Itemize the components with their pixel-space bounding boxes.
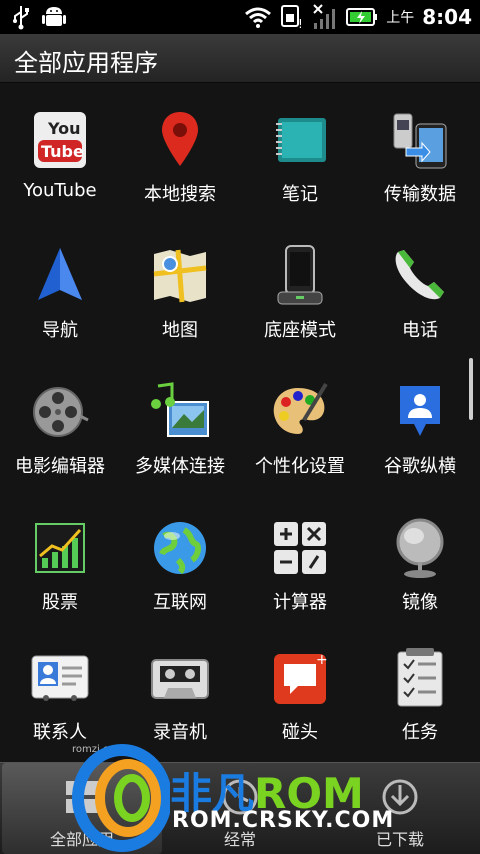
app-mirror[interactable]: 镜像 [360, 516, 480, 614]
app-contacts[interactable]: 联系人 [0, 646, 120, 744]
app-stocks[interactable]: 股票 [0, 516, 120, 614]
svg-text:!: ! [298, 17, 303, 30]
app-label: 多媒体连接 [135, 456, 225, 477]
app-bump[interactable]: + 碰头 [240, 646, 360, 744]
svg-text:+: + [316, 652, 328, 668]
app-label: 互联网 [153, 592, 207, 613]
navigation-arrow-icon [38, 248, 82, 300]
app-grid: You Tube YouTube 本地搜索 笔记 传输数据 导航 地图 底座模式 … [0, 82, 480, 762]
app-youtube[interactable]: You Tube YouTube [0, 108, 120, 201]
speech-bubble-icon: + [274, 652, 328, 704]
app-google-latitude[interactable]: 谷歌纵横 [360, 380, 480, 478]
wifi-icon [245, 7, 272, 28]
dock-phone-icon [277, 245, 323, 305]
app-movie-editor[interactable]: 电影编辑器 [0, 380, 120, 478]
watermark-logo-icon [72, 744, 170, 852]
app-label: 镜像 [402, 592, 438, 613]
battery-charging-icon [346, 8, 378, 26]
app-label: 底座模式 [264, 320, 336, 341]
usb-icon [13, 6, 29, 30]
scrollbar-thumb[interactable] [469, 358, 473, 420]
app-maps[interactable]: 地图 [120, 244, 240, 342]
app-label: 本地搜索 [144, 184, 216, 205]
app-local-search[interactable]: 本地搜索 [120, 108, 240, 206]
app-transfer-data[interactable]: 传输数据 [360, 108, 480, 206]
status-bar: ! 上午 8:04 [0, 0, 480, 34]
app-media-link[interactable]: 多媒体连接 [120, 380, 240, 478]
app-label: 传输数据 [384, 184, 456, 205]
app-label: 地图 [162, 320, 198, 341]
film-reel-icon [33, 387, 89, 437]
checklist-icon [397, 648, 443, 707]
app-label: YouTube [23, 180, 97, 201]
android-debug-icon [42, 7, 66, 26]
latitude-icon [400, 386, 440, 436]
status-ampm: 上午 [386, 10, 415, 26]
app-label: 股票 [42, 592, 78, 613]
calculator-icon [274, 522, 326, 574]
watermark-url: ROM.CRSKY.COM [172, 808, 395, 833]
app-navigation[interactable]: 导航 [0, 244, 120, 342]
app-label: 笔记 [282, 184, 318, 205]
phone-handset-icon [395, 250, 444, 300]
youtube-icon: You Tube [34, 112, 86, 168]
svg-text:You: You [47, 119, 81, 138]
transfer-phone-icon [393, 113, 447, 169]
no-signal-icon [313, 4, 336, 29]
app-label: 电影编辑器 [15, 456, 105, 477]
mirror-icon [396, 518, 444, 578]
app-label: 导航 [42, 320, 78, 341]
app-voice-recorder[interactable]: 录音机 [120, 646, 240, 744]
app-label: 计算器 [273, 592, 327, 613]
contact-card-icon [31, 655, 89, 701]
watermark: romzj.com 非凡ROM ROM.CRSKY.COM [70, 738, 410, 853]
svg-text:Tube: Tube [41, 142, 84, 161]
globe-icon [154, 522, 206, 575]
sim-card-icon: ! [281, 5, 303, 30]
app-label: 个性化设置 [255, 456, 345, 477]
app-label: 电话 [402, 320, 438, 341]
app-notes[interactable]: 笔记 [240, 108, 360, 206]
notebook-icon [276, 118, 326, 162]
app-tasks[interactable]: 任务 [360, 646, 480, 744]
stock-chart-icon [35, 523, 85, 573]
app-dock-mode[interactable]: 底座模式 [240, 244, 360, 342]
page-title: 全部应用程序 [14, 49, 158, 77]
app-internet[interactable]: 互联网 [120, 516, 240, 614]
palette-icon [273, 382, 328, 434]
app-calculator[interactable]: 计算器 [240, 516, 360, 614]
map-pin-icon [162, 112, 198, 166]
app-personalize[interactable]: 个性化设置 [240, 380, 360, 478]
app-phone[interactable]: 电话 [360, 244, 480, 342]
media-link-icon [151, 382, 209, 437]
app-label: 谷歌纵横 [384, 456, 456, 477]
map-icon [153, 249, 207, 303]
app-drawer-header: 全部应用程序 [0, 34, 480, 83]
cassette-icon [151, 659, 209, 699]
status-time: 8:04 [422, 5, 472, 29]
